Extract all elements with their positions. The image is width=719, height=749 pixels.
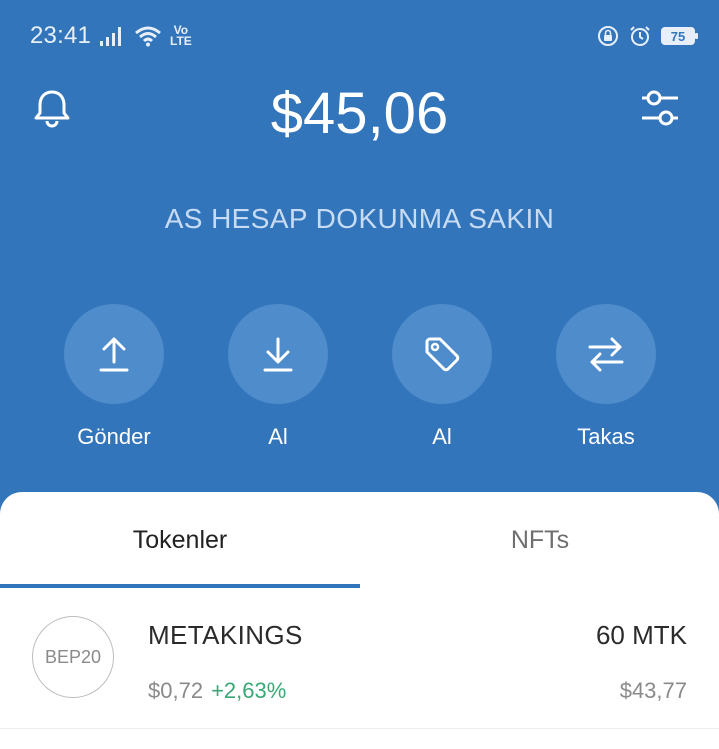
volte-bottom-label: LTE — [170, 34, 192, 48]
status-icons-left: Vo LTE — [100, 22, 192, 50]
settings-sliders-icon[interactable] — [638, 86, 682, 130]
alarm-icon — [630, 26, 650, 46]
total-balance: $45,06 — [270, 81, 449, 146]
send-label: Gönder — [77, 424, 151, 449]
signal-icon — [100, 27, 121, 46]
assets-sheet: Tokenler NFTs BEP20 METAKINGS $0,72 +2,63… — [0, 492, 719, 749]
token-value: $43,77 — [619, 678, 687, 703]
battery-icon: 75 — [661, 27, 698, 45]
token-price: $0,72 — [148, 678, 204, 703]
token-logo: BEP20 — [32, 616, 114, 698]
download-icon — [263, 337, 293, 372]
action-buttons: Gönder Al Al Takas — [0, 304, 719, 464]
buy-button-circle[interactable] — [392, 304, 492, 404]
buy-label: Al — [432, 424, 452, 449]
tab-nfts[interactable]: NFTs — [360, 492, 719, 588]
token-logo-text: BEP20 — [44, 646, 102, 667]
wallet-header: 23:41 Vo LTE 75 $45,06 AS HESAP DOKUNMA … — [0, 0, 719, 560]
swap-button[interactable]: Takas — [536, 304, 676, 450]
token-change: +2,63% — [211, 678, 287, 703]
battery-level: 75 — [670, 28, 686, 44]
token-row[interactable]: BEP20 METAKINGS $0,72 +2,63% 60 MTK $43,7… — [0, 588, 719, 728]
receive-button-circle[interactable] — [228, 304, 328, 404]
buy-button[interactable]: Al — [372, 304, 512, 450]
receive-label: Al — [268, 424, 288, 449]
swap-icon — [588, 337, 624, 372]
send-button-circle[interactable] — [64, 304, 164, 404]
receive-button[interactable]: Al — [208, 304, 348, 450]
swap-button-circle[interactable] — [556, 304, 656, 404]
wifi-icon — [135, 26, 161, 47]
status-bar: 23:41 Vo LTE 75 — [0, 0, 719, 72]
status-time: 23:41 — [30, 22, 92, 49]
upload-icon — [99, 337, 129, 372]
asset-tabs: Tokenler NFTs — [0, 492, 719, 588]
token-name: METAKINGS — [148, 620, 303, 650]
wallet-name[interactable]: AS HESAP DOKUNMA SAKIN — [0, 203, 719, 235]
send-button[interactable]: Gönder — [44, 304, 184, 450]
status-icons-right: 75 — [597, 22, 698, 50]
tag-icon — [425, 337, 460, 372]
token-amount: 60 MTK — [595, 620, 687, 650]
tab-tokens[interactable]: Tokenler — [0, 492, 360, 588]
token-price-line: $0,72 +2,63% — [148, 678, 286, 704]
row-divider — [0, 728, 719, 729]
volte-icon: Vo LTE — [170, 24, 192, 48]
swap-label: Takas — [577, 424, 635, 449]
rotation-lock-icon — [598, 26, 618, 46]
